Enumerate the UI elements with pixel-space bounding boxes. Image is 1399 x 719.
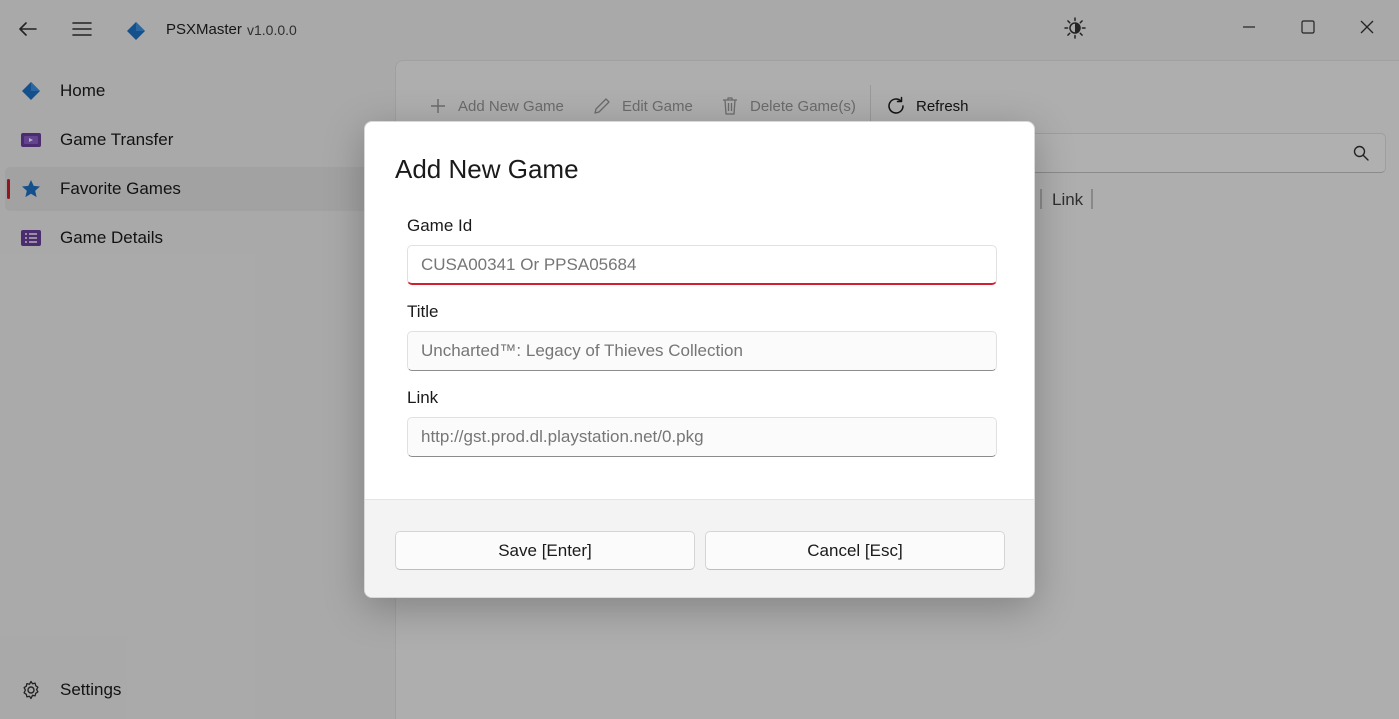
add-new-game-dialog: Add New Game Game Id Title Link Save [En… bbox=[364, 121, 1035, 598]
title-input[interactable] bbox=[407, 331, 997, 371]
link-input[interactable] bbox=[407, 417, 997, 457]
save-button[interactable]: Save [Enter] bbox=[395, 531, 695, 570]
title-label: Title bbox=[407, 302, 439, 321]
game-id-input[interactable] bbox=[407, 245, 997, 285]
dialog-title: Add New Game bbox=[395, 154, 579, 184]
game-id-label: Game Id bbox=[407, 216, 473, 235]
cancel-button[interactable]: Cancel [Esc] bbox=[705, 531, 1005, 570]
dialog-footer: Save [Enter] Cancel [Esc] bbox=[365, 499, 1034, 597]
link-label: Link bbox=[407, 388, 439, 407]
